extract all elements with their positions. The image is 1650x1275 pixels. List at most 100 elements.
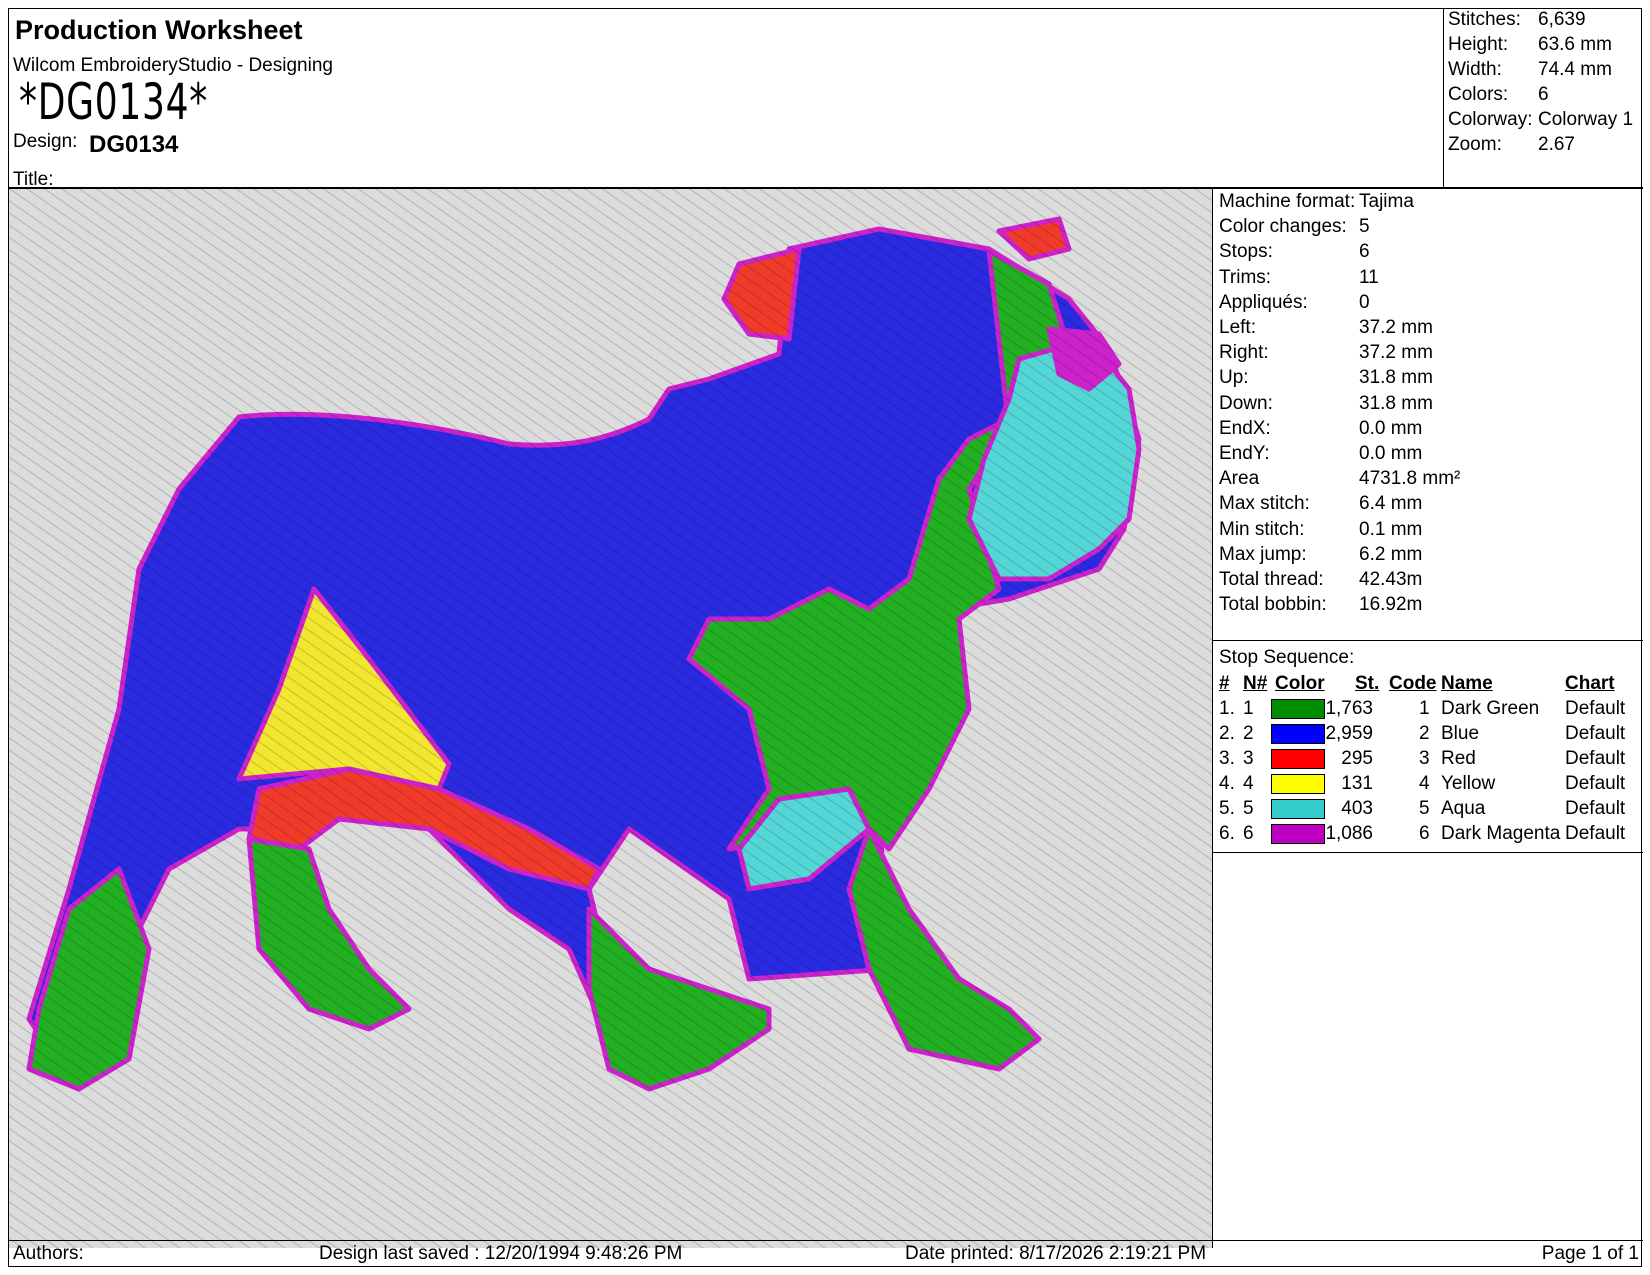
color-swatch <box>1271 824 1325 844</box>
stat-label: Appliqués: <box>1219 291 1308 313</box>
summary-value: 2.67 <box>1538 134 1575 155</box>
summary-label: Width: <box>1448 59 1502 80</box>
summary-value: 74.4 mm <box>1538 59 1612 80</box>
row-n: 1 <box>1243 698 1254 719</box>
stat-value: 0.0 mm <box>1359 443 1423 464</box>
dog-leg-back <box>26 866 152 1092</box>
dog-ear-right <box>996 216 1072 262</box>
row-n: 3 <box>1243 748 1254 769</box>
stat-label: Trims: <box>1219 266 1272 288</box>
stat-label: Up: <box>1219 367 1249 389</box>
row-chart: Default <box>1565 698 1626 719</box>
footer: Authors: Design last saved : 12/20/1994 … <box>9 1240 1643 1268</box>
row-index: 1. <box>1219 698 1235 719</box>
col-header-name: Name <box>1441 673 1493 694</box>
row-code: 6 <box>1419 823 1430 844</box>
stat-value: 42.43m <box>1359 569 1423 590</box>
row-n: 2 <box>1243 723 1254 744</box>
design-preview <box>9 189 1213 1248</box>
stat-value: 6 <box>1359 241 1370 263</box>
stat-label: Color changes: <box>1219 216 1347 238</box>
stat-value: 37.2 mm <box>1359 342 1433 364</box>
summary-value: 6 <box>1538 84 1549 105</box>
row-name: Yellow <box>1441 773 1496 794</box>
summary-label: Height: <box>1448 34 1509 55</box>
footer-authors: Authors: <box>13 1243 84 1264</box>
row-stitches: 131 <box>1341 773 1373 794</box>
stat-label: EndX: <box>1219 417 1271 439</box>
stat-value: 37.2 mm <box>1359 317 1433 338</box>
row-name: Blue <box>1441 723 1480 744</box>
row-stitches: 1,763 <box>1325 698 1373 719</box>
stat-label: Max jump: <box>1219 543 1307 565</box>
col-header-code: Code <box>1389 673 1437 694</box>
row-name: Dark Magenta <box>1441 823 1561 844</box>
summary-label: Colorway: <box>1448 109 1533 130</box>
stat-label: Min stitch: <box>1219 518 1305 540</box>
color-swatch <box>1271 749 1325 769</box>
stat-value: 31.8 mm <box>1359 367 1433 389</box>
row-chart: Default <box>1565 748 1626 769</box>
color-swatch <box>1271 724 1325 744</box>
row-name: Aqua <box>1441 798 1486 819</box>
row-stitches: 295 <box>1341 748 1373 769</box>
bulldog-embroidery-image <box>9 189 1212 1248</box>
summary-value: Colorway 1 <box>1538 109 1634 130</box>
bulldog-figure <box>26 216 1142 1092</box>
stat-value: 0.0 mm <box>1359 417 1423 439</box>
stat-label: Left: <box>1219 317 1256 338</box>
col-header-color: Color <box>1275 673 1325 694</box>
stat-value: 6.2 mm <box>1359 543 1423 565</box>
stat-label: Total bobbin: <box>1219 594 1327 616</box>
stop-sequence-panel: Stop Sequence: # N# Color St. Code Name … <box>1213 641 1643 853</box>
stat-label: Stops: <box>1219 241 1273 263</box>
row-chart: Default <box>1565 798 1626 819</box>
stat-value: 11 <box>1359 266 1379 288</box>
row-code: 2 <box>1419 723 1430 744</box>
stat-label: Total thread: <box>1219 569 1324 590</box>
summary-label: Stitches: <box>1448 9 1521 30</box>
col-header-chart: Chart <box>1565 673 1615 694</box>
row-name: Dark Green <box>1441 698 1540 719</box>
color-swatch <box>1271 774 1325 794</box>
stat-value: 16.92m <box>1359 594 1423 616</box>
stat-label: EndY: <box>1219 443 1270 464</box>
dog-leg-back-2 <box>246 836 412 1032</box>
stat-value: 0.1 mm <box>1359 518 1423 540</box>
stat-label: Machine format: <box>1219 191 1356 212</box>
row-index: 6. <box>1219 823 1235 844</box>
col-header-index: # <box>1219 673 1230 694</box>
header-info: Production Worksheet Wilcom EmbroiderySt… <box>9 9 1443 190</box>
stat-label: Area <box>1219 468 1260 490</box>
col-header-n: N# <box>1243 673 1268 694</box>
dog-ear-left <box>721 246 802 342</box>
row-code: 4 <box>1419 773 1430 794</box>
stat-value: 31.8 mm <box>1359 392 1433 414</box>
row-index: 4. <box>1219 773 1235 794</box>
stat-label: Down: <box>1219 392 1273 414</box>
col-header-stitches: St. <box>1355 673 1380 694</box>
row-code: 5 <box>1419 798 1430 819</box>
stat-value: Tajima <box>1359 191 1414 212</box>
stat-label: Max stitch: <box>1219 493 1310 515</box>
design-value: DG0134 <box>89 131 179 158</box>
footer-page: Page 1 of 1 <box>1541 1243 1639 1264</box>
row-index: 5. <box>1219 798 1235 819</box>
design-barcode-text: *DG0134* <box>19 73 208 131</box>
dog-body <box>26 226 1142 1072</box>
row-code: 1 <box>1419 698 1430 719</box>
summary-value: 63.6 mm <box>1538 34 1612 55</box>
summary-label: Zoom: <box>1448 134 1502 155</box>
row-stitches: 1,086 <box>1325 823 1373 844</box>
row-chart: Default <box>1565 773 1626 794</box>
footer-last-saved: Design last saved : 12/20/1994 9:48:26 P… <box>319 1243 683 1264</box>
design-label: Design: <box>13 131 78 152</box>
stop-sequence-title: Stop Sequence: <box>1219 647 1355 668</box>
row-n: 5 <box>1243 798 1254 819</box>
row-chart: Default <box>1565 823 1626 844</box>
row-n: 4 <box>1243 773 1254 794</box>
row-n: 6 <box>1243 823 1254 844</box>
summary-label: Colors: <box>1448 84 1509 105</box>
row-stitches: 2,959 <box>1325 723 1373 744</box>
row-name: Red <box>1441 748 1476 769</box>
